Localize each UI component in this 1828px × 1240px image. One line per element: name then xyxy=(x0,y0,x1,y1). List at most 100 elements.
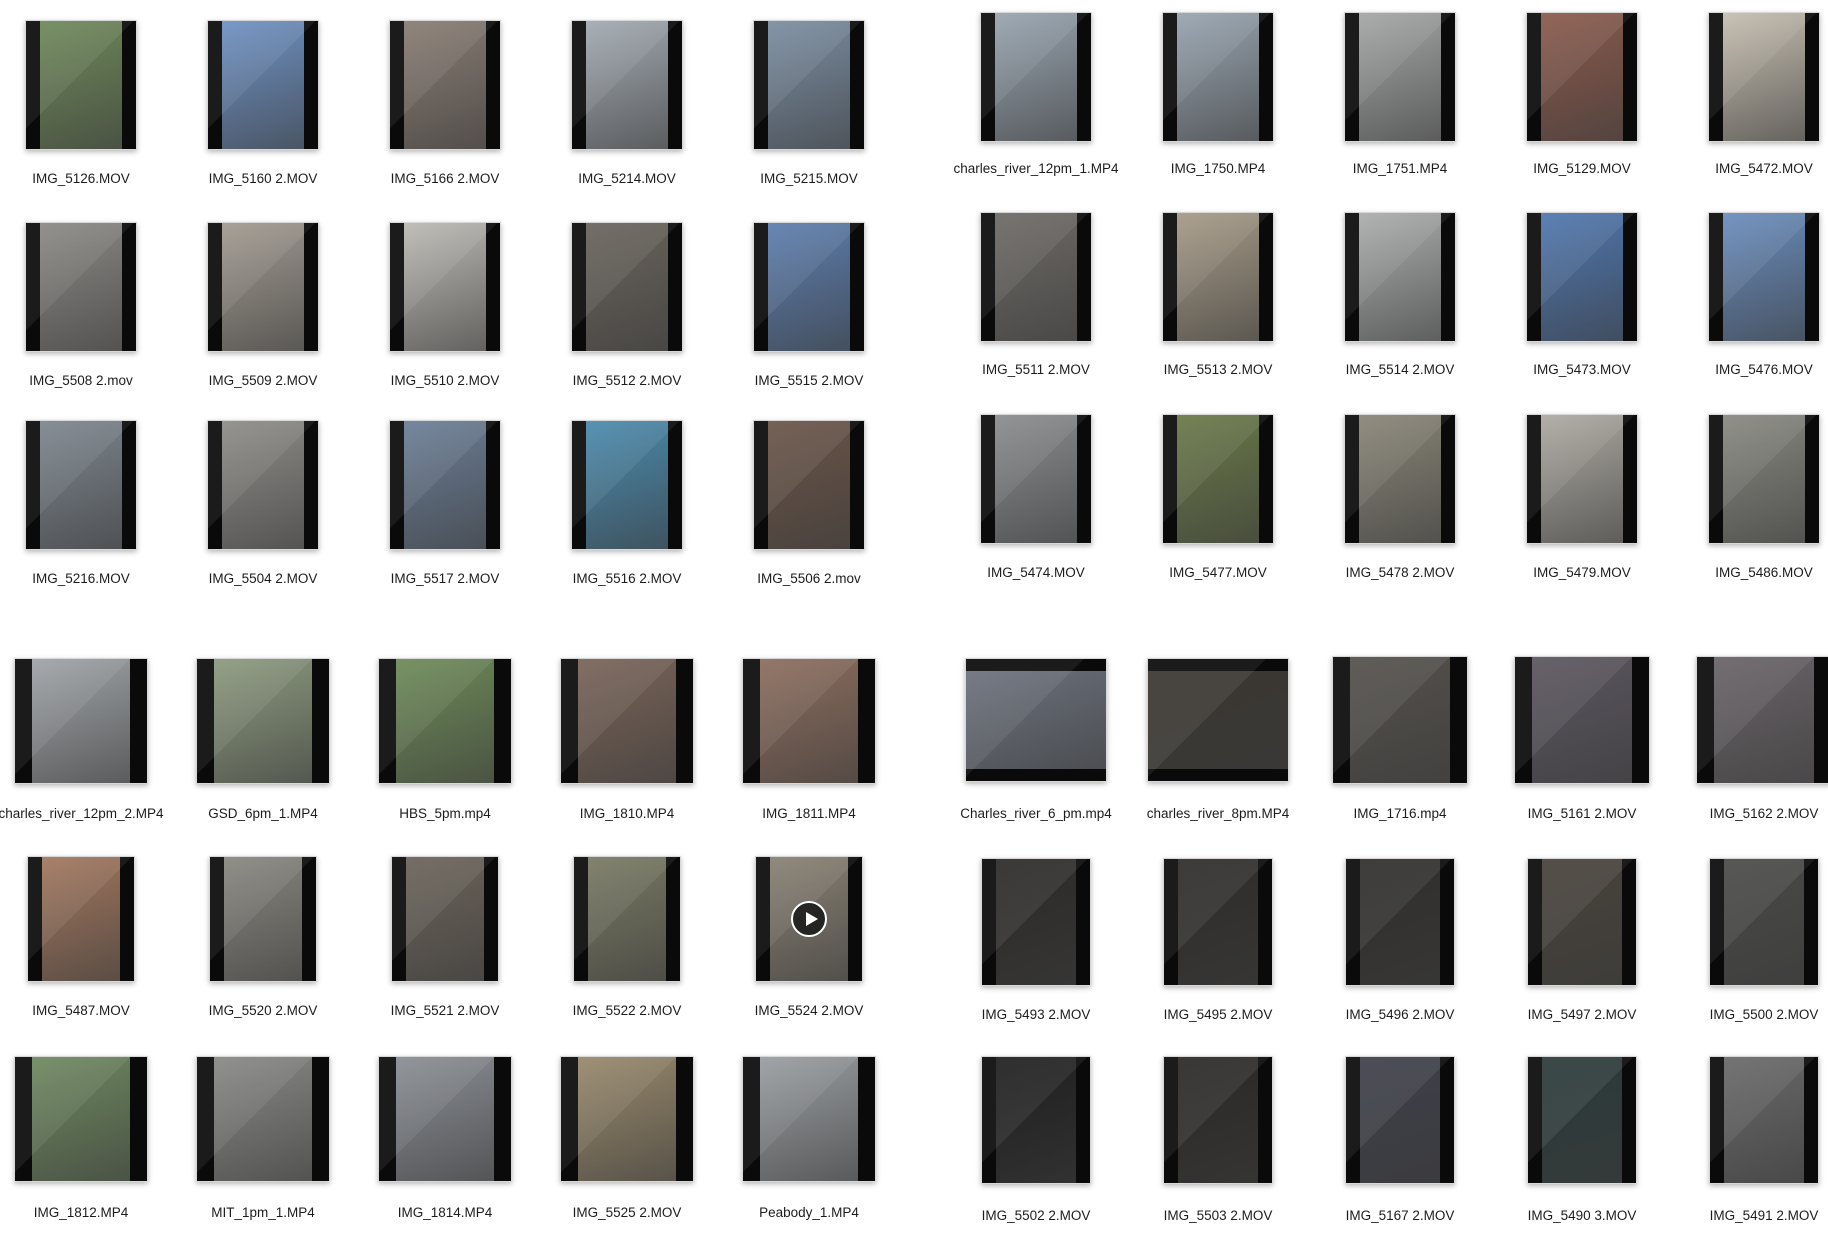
file-name-label: GSD_6pm_1.MP4 xyxy=(208,806,318,821)
video-thumbnail[interactable] xyxy=(25,20,137,150)
file-name-label: IMG_5161 2.MOV xyxy=(1527,806,1637,821)
file-name-label: IMG_5497 2.MOV xyxy=(1527,1007,1637,1022)
file-name-label: IMG_5506 2.mov xyxy=(757,571,861,586)
video-thumbnail[interactable] xyxy=(196,658,330,784)
video-thumbnail[interactable] xyxy=(573,856,681,982)
file-name-label: IMG_5524 2.MOV xyxy=(754,1003,864,1018)
video-thumbnail[interactable] xyxy=(1527,1056,1637,1184)
file-name-label: IMG_5502 2.MOV xyxy=(981,1208,1091,1223)
video-thumbnail[interactable] xyxy=(207,222,319,352)
file-name-label: IMG_5522 2.MOV xyxy=(572,1003,682,1018)
video-thumbnail[interactable] xyxy=(1162,414,1274,544)
video-thumbnail[interactable] xyxy=(1696,656,1828,784)
video-thumbnail[interactable] xyxy=(1526,414,1638,544)
video-thumbnail[interactable] xyxy=(207,420,319,550)
video-thumbnail[interactable] xyxy=(1514,656,1650,784)
file-name-label: IMG_5477.MOV xyxy=(1169,565,1267,580)
video-thumbnail[interactable] xyxy=(14,658,148,784)
video-thumbnail[interactable] xyxy=(207,20,319,150)
video-thumbnail[interactable] xyxy=(1147,658,1289,782)
file-name-label: IMG_5511 2.MOV xyxy=(982,362,1090,377)
file-name-label: IMG_5491 2.MOV xyxy=(1709,1208,1819,1223)
file-name-label: IMG_1812.MP4 xyxy=(33,1205,129,1220)
video-thumbnail[interactable] xyxy=(391,856,499,982)
video-thumbnail[interactable] xyxy=(389,222,501,352)
video-thumbnail[interactable] xyxy=(980,414,1092,544)
file-name-label: IMG_5515 2.MOV xyxy=(754,373,864,388)
video-thumbnail[interactable] xyxy=(1527,858,1637,986)
file-name-label: Peabody_1.MP4 xyxy=(759,1205,859,1220)
file-name-label: IMG_5500 2.MOV xyxy=(1709,1007,1819,1022)
video-thumbnail[interactable] xyxy=(571,420,683,550)
video-thumbnail[interactable] xyxy=(378,1056,512,1182)
video-thumbnail[interactable] xyxy=(981,858,1091,986)
video-thumbnail[interactable] xyxy=(1332,656,1468,784)
file-name-label: IMG_5495 2.MOV xyxy=(1163,1007,1273,1022)
file-name-label: IMG_5517 2.MOV xyxy=(390,571,500,586)
video-thumbnail[interactable] xyxy=(1709,858,1819,986)
file-name-label: IMG_5160 2.MOV xyxy=(208,171,318,186)
file-name-label: IMG_5512 2.MOV xyxy=(572,373,682,388)
video-thumbnail[interactable] xyxy=(1162,12,1274,142)
file-name-label: IMG_1810.MP4 xyxy=(579,806,675,821)
video-thumbnail[interactable] xyxy=(753,20,865,150)
video-thumbnail[interactable] xyxy=(1708,212,1820,342)
video-thumbnail[interactable] xyxy=(965,658,1107,782)
file-name-label: IMG_5504 2.MOV xyxy=(208,571,318,586)
video-thumbnail[interactable] xyxy=(980,12,1092,142)
video-thumbnail[interactable] xyxy=(25,222,137,352)
video-thumbnail[interactable] xyxy=(1709,1056,1819,1184)
file-name-label: IMG_5510 2.MOV xyxy=(390,373,500,388)
file-name-label: IMG_5487.MOV xyxy=(32,1003,130,1018)
video-thumbnail[interactable] xyxy=(1344,212,1456,342)
video-thumbnail[interactable] xyxy=(560,1056,694,1182)
file-name-label: IMG_1811.MP4 xyxy=(762,806,856,821)
video-thumbnail[interactable] xyxy=(571,222,683,352)
video-thumbnail[interactable] xyxy=(209,856,317,982)
video-thumbnail[interactable] xyxy=(378,658,512,784)
file-name-label: IMG_5503 2.MOV xyxy=(1163,1208,1273,1223)
video-thumbnail[interactable] xyxy=(753,222,865,352)
video-thumbnail[interactable] xyxy=(27,856,135,982)
file-name-label: IMG_5472.MOV xyxy=(1715,161,1813,176)
video-thumbnail[interactable] xyxy=(1344,414,1456,544)
file-name-label: IMG_5162 2.MOV xyxy=(1709,806,1819,821)
video-thumbnail[interactable] xyxy=(560,658,694,784)
file-name-label: IMG_5525 2.MOV xyxy=(572,1205,682,1220)
file-name-label: IMG_5521 2.MOV xyxy=(390,1003,500,1018)
video-thumbnail[interactable] xyxy=(1526,212,1638,342)
file-name-label: IMG_5490 3.MOV xyxy=(1527,1208,1637,1223)
video-thumbnail[interactable] xyxy=(25,420,137,550)
file-name-label: IMG_5514 2.MOV xyxy=(1345,362,1455,377)
video-thumbnail[interactable] xyxy=(742,1056,876,1182)
video-thumbnail[interactable] xyxy=(755,856,863,982)
file-name-label: IMG_5474.MOV xyxy=(987,565,1085,580)
video-thumbnail[interactable] xyxy=(1163,1056,1273,1184)
video-thumbnail[interactable] xyxy=(1345,858,1455,986)
video-thumbnail[interactable] xyxy=(1708,414,1820,544)
file-name-label: Charles_river_6_pm.mp4 xyxy=(960,806,1112,821)
video-thumbnail[interactable] xyxy=(571,20,683,150)
file-name-label: IMG_5126.MOV xyxy=(32,171,130,186)
file-name-label: IMG_1751.MP4 xyxy=(1352,161,1448,176)
file-name-label: IMG_5509 2.MOV xyxy=(208,373,318,388)
video-thumbnail[interactable] xyxy=(1708,12,1820,142)
file-name-label: charles_river_12pm_1.MP4 xyxy=(953,161,1119,176)
video-thumbnail[interactable] xyxy=(1345,1056,1455,1184)
video-thumbnail[interactable] xyxy=(196,1056,330,1182)
video-thumbnail[interactable] xyxy=(1162,212,1274,342)
file-name-label: IMG_5493 2.MOV xyxy=(981,1007,1091,1022)
file-name-label: IMG_5513 2.MOV xyxy=(1163,362,1273,377)
video-thumbnail[interactable] xyxy=(980,212,1092,342)
video-thumbnail[interactable] xyxy=(1526,12,1638,142)
video-thumbnail[interactable] xyxy=(389,420,501,550)
video-thumbnail[interactable] xyxy=(753,420,865,550)
video-thumbnail[interactable] xyxy=(1344,12,1456,142)
play-icon[interactable] xyxy=(791,901,827,937)
file-name-label: MIT_1pm_1.MP4 xyxy=(211,1205,315,1220)
video-thumbnail[interactable] xyxy=(1163,858,1273,986)
video-thumbnail[interactable] xyxy=(742,658,876,784)
video-thumbnail[interactable] xyxy=(14,1056,148,1182)
video-thumbnail[interactable] xyxy=(389,20,501,150)
video-thumbnail[interactable] xyxy=(981,1056,1091,1184)
